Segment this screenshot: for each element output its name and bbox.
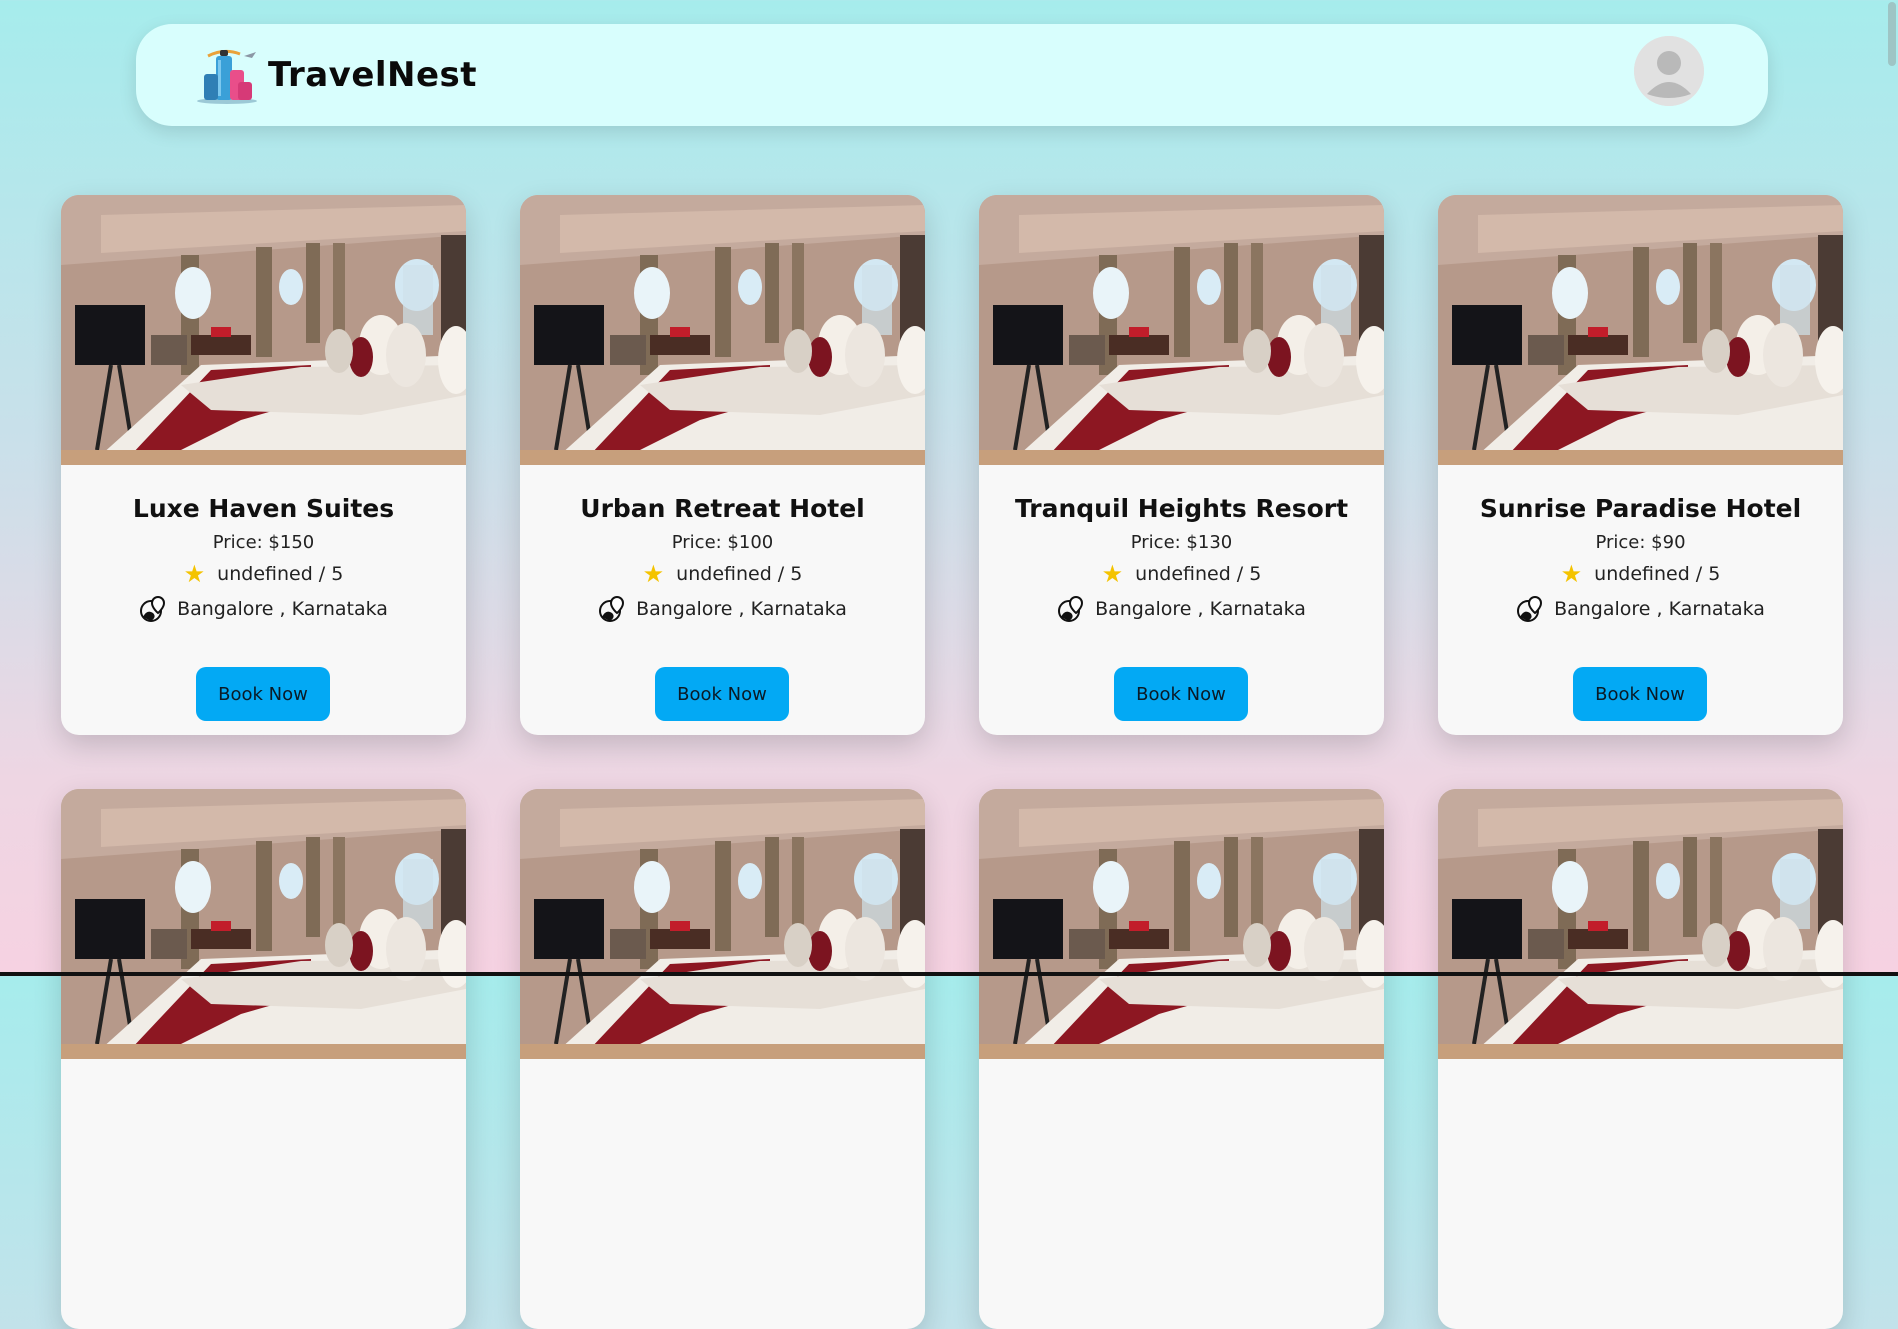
hotel-card — [979, 789, 1384, 1329]
hotel-card — [520, 789, 925, 1329]
viewport-bottom-edge — [0, 972, 1898, 976]
location-text: Bangalore , Karnataka — [636, 598, 847, 620]
hotel-location: Bangalore , Karnataka — [520, 595, 925, 623]
location-text: Bangalore , Karnataka — [1554, 598, 1765, 620]
hotel-card: Luxe Haven Suites Price: $150 ★ undefined… — [61, 195, 466, 735]
location-pin-icon — [140, 595, 166, 622]
hotel-card — [1438, 789, 1843, 1329]
scrollbar-thumb[interactable] — [1888, 2, 1896, 66]
hotel-rating: ★ undefined / 5 — [979, 561, 1384, 587]
hotel-photo — [520, 195, 925, 465]
hotel-photo — [61, 195, 466, 465]
hotel-price: Price: $100 — [671, 532, 774, 553]
hotel-card — [61, 789, 466, 1329]
rating-text: undefined / 5 — [1135, 563, 1262, 585]
user-avatar-icon[interactable] — [1634, 36, 1704, 106]
hotel-card: Tranquil Heights Resort Price: $130 ★ und… — [979, 195, 1384, 735]
book-now-button[interactable]: Book Now — [1114, 667, 1248, 721]
brand[interactable]: TravelNest — [194, 46, 477, 104]
scrollbar[interactable] — [1886, 0, 1898, 976]
book-now-button[interactable]: Book Now — [655, 667, 789, 721]
brand-name: TravelNest — [268, 55, 478, 95]
star-icon: ★ — [642, 560, 665, 588]
hotel-name: Luxe Haven Suites — [132, 494, 395, 523]
hotel-price: Price: $150 — [212, 532, 315, 553]
rating-text: undefined / 5 — [1594, 563, 1721, 585]
hotel-photo — [520, 789, 925, 1059]
location-pin-icon — [1517, 595, 1543, 622]
location-pin-icon — [599, 595, 625, 622]
location-text: Bangalore , Karnataka — [177, 598, 388, 620]
hotel-photo — [979, 789, 1384, 1059]
hotel-rating: ★ undefined / 5 — [520, 561, 925, 587]
navbar: TravelNest — [136, 24, 1768, 126]
book-now-button[interactable]: Book Now — [196, 667, 330, 721]
hotel-card: Sunrise Paradise Hotel Price: $90 ★ undef… — [1438, 195, 1843, 735]
star-icon: ★ — [1560, 560, 1583, 588]
hotel-location: Bangalore , Karnataka — [1438, 595, 1843, 623]
book-now-button[interactable]: Book Now — [1573, 667, 1707, 721]
hotel-name: Tranquil Heights Resort — [1014, 494, 1349, 523]
hotel-name: Urban Retreat Hotel — [580, 494, 865, 523]
hotel-photo — [61, 789, 466, 1059]
hotel-rating: ★ undefined / 5 — [1438, 561, 1843, 587]
rating-text: undefined / 5 — [217, 563, 344, 585]
hotel-price: Price: $90 — [1595, 532, 1686, 553]
hotel-location: Bangalore , Karnataka — [979, 595, 1384, 623]
star-icon: ★ — [1101, 560, 1124, 588]
rating-text: undefined / 5 — [676, 563, 803, 585]
hotel-photo — [979, 195, 1384, 465]
location-text: Bangalore , Karnataka — [1095, 598, 1306, 620]
luggage-icon — [197, 49, 257, 104]
hotel-photo — [1438, 195, 1843, 465]
hotel-photo — [1438, 789, 1843, 1059]
hotel-location: Bangalore , Karnataka — [61, 595, 466, 623]
star-icon: ★ — [183, 560, 206, 588]
hotel-price: Price: $130 — [1130, 532, 1233, 553]
hotel-card: Urban Retreat Hotel Price: $100 ★ undefin… — [520, 195, 925, 735]
hotel-name: Sunrise Paradise Hotel — [1479, 494, 1802, 523]
hotel-rating: ★ undefined / 5 — [61, 561, 466, 587]
location-pin-icon — [1058, 595, 1084, 622]
